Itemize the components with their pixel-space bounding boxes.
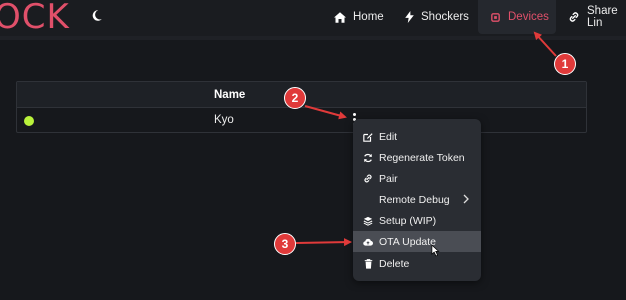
- app-logo[interactable]: OCK: [0, 0, 70, 37]
- status-online-icon: [24, 116, 34, 126]
- annotation-arrows: [295, 31, 557, 247]
- menu-item-regenerate-token[interactable]: Regenerate Token: [353, 147, 481, 168]
- bolt-icon: [405, 11, 414, 23]
- nav-home-label: Home: [353, 11, 384, 23]
- menu-item-ota-update[interactable]: OTA Update: [353, 231, 481, 252]
- mouse-cursor-icon: [431, 244, 440, 262]
- annotation-badge-3: 3: [274, 233, 296, 255]
- annotation-badge-2: 2: [284, 87, 306, 109]
- menu-item-remote-debug-label: Remote Debug: [379, 193, 450, 206]
- layers-icon: [363, 216, 373, 226]
- link-icon: [363, 174, 373, 184]
- menu-item-ota-label: OTA Update: [379, 235, 437, 248]
- device-context-menu: Edit Regenerate Token Pair Remote Debug …: [353, 119, 481, 281]
- menu-item-delete[interactable]: Delete: [353, 253, 481, 274]
- menu-item-delete-label: Delete: [379, 257, 410, 270]
- cloud-upload-icon: [363, 237, 373, 247]
- menu-item-pair-label: Pair: [379, 172, 398, 185]
- device-name-cell: Kyo: [214, 114, 234, 126]
- top-navbar: OCK Home Shockers Devices Share Lin: [0, 0, 626, 37]
- menu-item-regenerate-label: Regenerate Token: [379, 151, 465, 164]
- menu-item-setup-label: Setup (WIP): [379, 214, 437, 227]
- nav-shockers[interactable]: Shockers: [405, 0, 469, 34]
- refresh-icon: [363, 153, 373, 163]
- nav-devices-label: Devices: [508, 11, 549, 23]
- annotation-arrow-3: [295, 238, 352, 247]
- nav-share-label: Share Lin: [587, 5, 618, 29]
- chip-icon: [490, 12, 501, 23]
- menu-item-edit[interactable]: Edit: [353, 126, 481, 147]
- edit-icon: [363, 132, 373, 142]
- trash-icon: [363, 258, 373, 269]
- link-icon: [568, 11, 580, 23]
- menu-item-pair[interactable]: Pair: [353, 168, 481, 189]
- column-header-name: Name: [214, 89, 246, 101]
- chevron-right-icon: [463, 194, 469, 204]
- menu-item-edit-label: Edit: [379, 130, 398, 143]
- subheader-bar: [0, 36, 626, 40]
- nav-home[interactable]: Home: [334, 0, 384, 34]
- menu-item-remote-debug[interactable]: Remote Debug: [353, 189, 481, 210]
- nav-devices[interactable]: Devices: [478, 0, 556, 34]
- menu-item-setup[interactable]: Setup (WIP): [353, 210, 481, 231]
- nav-share-links[interactable]: Share Lin: [568, 0, 626, 34]
- nav-shockers-label: Shockers: [421, 11, 469, 23]
- home-icon: [334, 11, 346, 23]
- annotation-badge-1: 1: [554, 53, 576, 75]
- moon-icon[interactable]: [90, 9, 103, 22]
